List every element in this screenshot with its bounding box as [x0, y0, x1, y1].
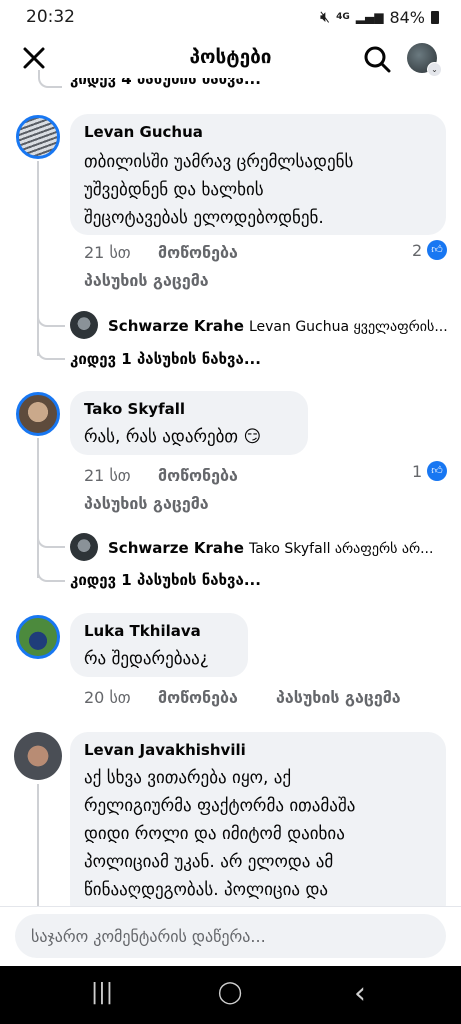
status-bar: 20:32 🔇︎ 4G ▂▄▆ 84% [0, 0, 461, 34]
reply-text: Levan Guchua ყველაფრის... [248, 319, 448, 335]
thread-line [37, 566, 65, 582]
thread-line [37, 161, 39, 356]
reply-text: Tako Skyfall არაფერს არ... [248, 541, 434, 557]
comment-author[interactable]: Luka Tkhilava [84, 622, 201, 640]
reaction-count[interactable]: 1 [412, 462, 422, 481]
battery-icon [431, 10, 439, 24]
avatar[interactable] [16, 115, 60, 159]
thread-line [37, 311, 65, 327]
comment-line: შეცოტავებას ელოდებოდნენ. [84, 208, 324, 228]
status-time: 20:32 [26, 7, 75, 27]
reply-button[interactable]: პასუხის გაცემა [84, 271, 209, 290]
comment-time: 21 სთ [84, 466, 131, 485]
thread-line [37, 532, 65, 548]
comment-text: რას, რას ადარებთ 😏 [84, 427, 262, 447]
comment-line: უშვებდნენ და ხალხის [84, 180, 264, 200]
comment-bubble[interactable]: Levan Javakhishvili აქ სხვა ვითარება იყო… [70, 732, 446, 922]
more-replies-link[interactable]: კიდევ 1 პასუხის ნახვა... [70, 571, 261, 589]
reply-preview[interactable]: Schwarze Krahe Levan Guchua ყველაფრის... [108, 316, 448, 335]
thread-line [37, 438, 39, 578]
4g-icon: 4G [336, 12, 350, 22]
search-icon[interactable] [362, 44, 392, 74]
home-button[interactable]: ◯ [210, 980, 250, 1010]
reply-button[interactable]: პასუხის გაცემა [84, 494, 209, 513]
reply-author: Schwarze Krahe [108, 317, 244, 335]
thread-line [37, 344, 65, 360]
avatar[interactable] [16, 615, 60, 659]
recent-apps-button[interactable]: ||| [82, 980, 122, 1010]
status-icons: 🔇︎ 4G ▂▄▆ 84% [320, 7, 439, 27]
battery-text: 84% [389, 7, 425, 27]
header: პოსტები ⌄ [0, 34, 461, 84]
comment-bubble[interactable]: Tako Skyfall რას, რას ადარებთ 😏 [70, 391, 308, 455]
partial-more-replies-label: კიდევ 4 პასუხის ნახვა... [70, 78, 261, 88]
comment-bubble[interactable]: Luka Tkhilava რა შედარებაა¿ [70, 613, 248, 677]
like-button[interactable]: მოწონება [158, 688, 238, 707]
like-button[interactable]: მოწონება [158, 466, 238, 485]
back-button[interactable]: ‹ [340, 976, 380, 1011]
comment-line: რელიგიურმა ფაქტორმა ითამაშა [84, 796, 356, 816]
reply-button[interactable]: პასუხის გაცემა [276, 688, 401, 707]
like-icon[interactable]: 👍︎ [427, 240, 447, 260]
comment-text: აქ სხვა ვითარება იყო, აქ რელიგიურმა ფაქტ… [84, 764, 355, 904]
comment-author[interactable]: Levan Javakhishvili [84, 741, 246, 759]
comment-bubble[interactable]: Levan Guchua თბილისში უამრავ ცრემლსადენს… [70, 114, 446, 235]
system-nav-bar: ||| ◯ ‹ [0, 966, 461, 1024]
thread-line [37, 784, 39, 906]
chevron-down-icon[interactable]: ⌄ [427, 62, 442, 77]
comment-input[interactable] [15, 914, 446, 958]
reply-preview[interactable]: Schwarze Krahe Tako Skyfall არაფერს არ..… [108, 538, 433, 557]
partial-more-replies[interactable]: კიდევ 4 პასუხის ნახვა... [70, 78, 370, 92]
comment-line: წინააღდეგობას. პოლიცია და [84, 880, 328, 900]
comment-time: 20 სთ [84, 688, 131, 707]
avatar[interactable] [70, 533, 98, 561]
like-icon[interactable]: 👍︎ [427, 461, 447, 481]
more-replies-link[interactable]: კიდევ 1 პასუხის ნახვა... [70, 350, 261, 368]
comment-line: თბილისში უამრავ ცრემლსადენს [84, 152, 354, 172]
signal-icon: ▂▄▆ [355, 10, 384, 24]
comment-text: თბილისში უამრავ ცრემლსადენს უშვებდნენ და… [84, 148, 353, 232]
comment-author[interactable]: Tako Skyfall [84, 400, 185, 418]
avatar[interactable] [14, 732, 62, 780]
close-icon[interactable] [20, 44, 48, 72]
comment-author[interactable]: Levan Guchua [84, 123, 203, 141]
mute-icon: 🔇︎ [320, 7, 331, 26]
avatar[interactable] [70, 311, 98, 339]
reply-author: Schwarze Krahe [108, 539, 244, 557]
comment-text: რა შედარებაა¿ [84, 649, 209, 669]
like-button[interactable]: მოწონება [158, 243, 238, 262]
avatar[interactable] [16, 392, 60, 436]
thread-line [38, 70, 62, 88]
comment-time: 21 სთ [84, 243, 131, 262]
comment-line: პოლიციამ უკან. არ ელოდა ამ [84, 852, 334, 872]
comment-line: აქ სხვა ვითარება იყო, აქ [84, 768, 292, 788]
comment-line: დიდი როლი და იმიტომ დაიხია [84, 824, 345, 844]
reaction-count[interactable]: 2 [412, 241, 422, 260]
